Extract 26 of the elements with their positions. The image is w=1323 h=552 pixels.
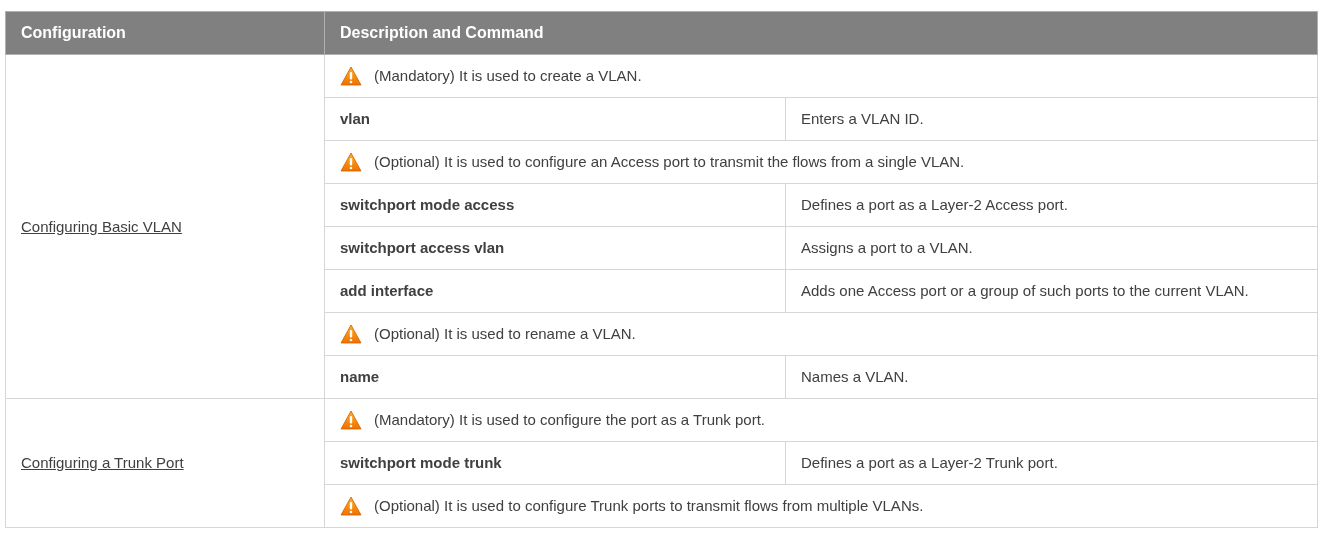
warning-icon [340,496,362,516]
command-cell: vlan [324,97,786,141]
command-cell: switchport access vlan [324,226,786,270]
description-cell: Names a VLAN. [785,355,1318,399]
note-text: (Mandatory) It is used to configure the port as a Trunk port. [374,409,766,430]
description-cell: Enters a VLAN ID. [785,97,1318,141]
warning-icon [340,410,362,430]
note-text: (Optional) It is used to rename a VLAN. [374,323,636,344]
command-cell: add interface [324,269,786,313]
warning-icon [340,324,362,344]
warning-icon [340,66,362,86]
description-cell: Defines a port as a Layer-2 Access port. [785,183,1318,227]
column-header: Description and Command [324,11,1318,55]
warning-icon [340,152,362,172]
description-cell: Defines a port as a Layer-2 Trunk port. [785,441,1318,485]
note-text: (Mandatory) It is used to create a VLAN. [374,65,642,86]
column-header: Configuration [5,11,325,55]
command-cell: switchport mode access [324,183,786,227]
configuration-link[interactable]: Configuring a Trunk Port [21,454,184,471]
command-cell: switchport mode trunk [324,441,786,485]
note-text: (Optional) It is used to configure an Access port to transmit the flows from a single VLAN. [374,151,965,172]
description-cell: Assigns a port to a VLAN. [785,226,1318,270]
description-cell: Adds one Access port or a group of such ports to the current VLAN. [785,269,1318,313]
configuration-link[interactable]: Configuring Basic VLAN [21,217,182,235]
command-cell: name [324,355,786,399]
note-text: (Optional) It is used to configure Trunk ports to transmit flows from multiple VLANs. [374,495,924,516]
